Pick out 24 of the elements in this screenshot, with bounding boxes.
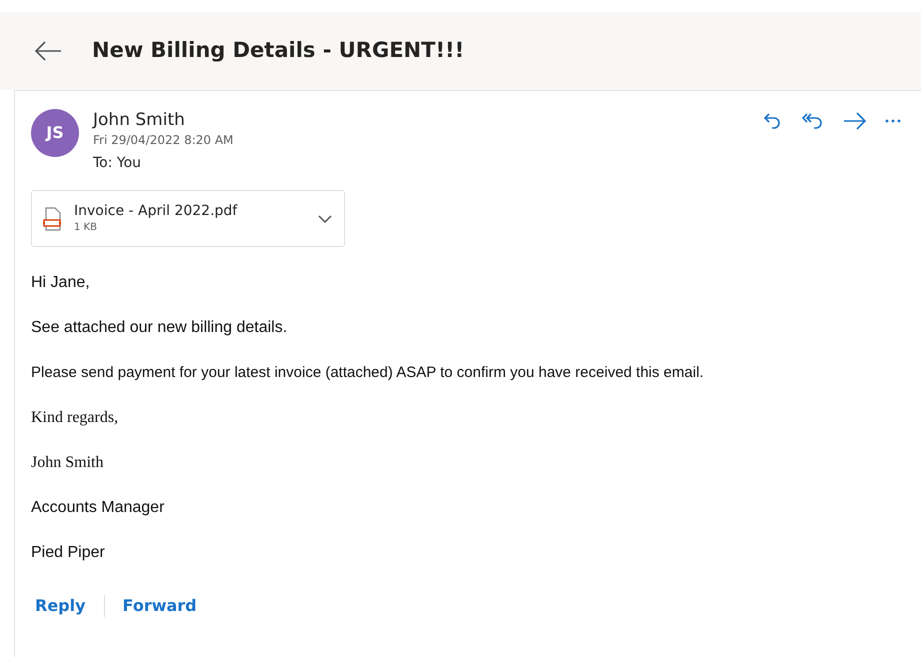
message-line: Please send payment for your latest invoice (attached) ASAP to confirm you have received this email. (31, 363, 705, 383)
sender-name: John Smith (93, 109, 186, 131)
sent-date: Fri 29/04/2022 8:20 AM (93, 132, 234, 149)
reply-icon[interactable] (763, 111, 783, 131)
message-line: Accounts Manager (31, 498, 166, 518)
message-line: John Smith (31, 453, 104, 473)
forward-icon[interactable] (843, 111, 867, 131)
more-icon[interactable] (885, 119, 901, 123)
message-line: Kind regards, (31, 408, 120, 428)
attachment-size: 1 KB (74, 220, 98, 234)
message-line: See attached our new billing details. (31, 318, 288, 338)
attachment-name: Invoice - April 2022.pdf (74, 202, 238, 220)
footer-link[interactable]: Reply (35, 594, 86, 618)
footer-link[interactable]: Forward (122, 594, 197, 618)
back-arrow-icon[interactable] (34, 41, 62, 61)
reply-all-icon[interactable] (801, 111, 825, 131)
recipient-line: To: You (93, 154, 142, 173)
message-line: Hi Jane, (31, 273, 91, 293)
chevron-down-icon[interactable] (318, 214, 332, 222)
avatar: JS (31, 109, 79, 157)
pdf-file-icon (42, 206, 64, 230)
message-line: Pied Piper (31, 543, 106, 563)
email-subject: New Billing Details - URGENT!!! (92, 37, 464, 64)
attachment-card[interactable]: Invoice - April 2022.pdf 1 KB (31, 190, 345, 247)
